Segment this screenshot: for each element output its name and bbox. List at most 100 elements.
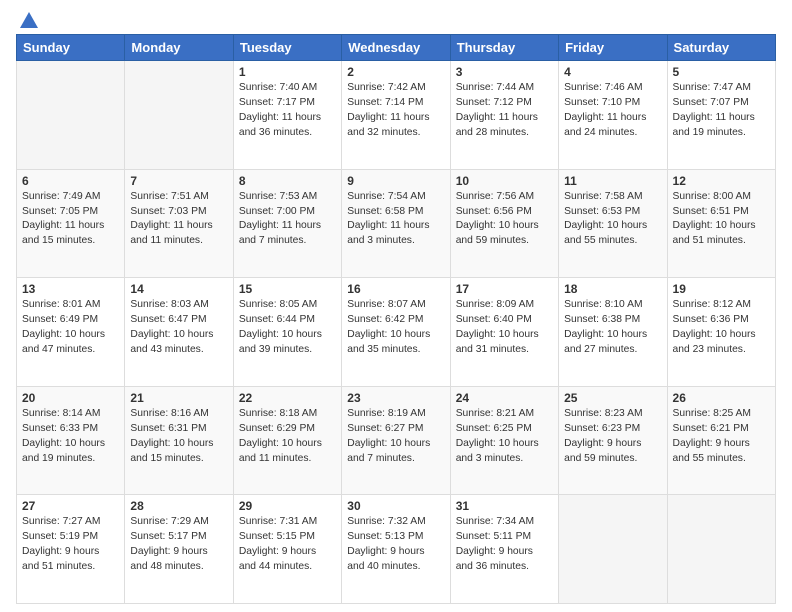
- cell-content: Sunrise: 8:09 AMSunset: 6:40 PMDaylight:…: [456, 298, 553, 358]
- week-row-1: 1 Sunrise: 7:40 AMSunset: 7:17 PMDaylight…: [17, 61, 776, 170]
- day-number: 2: [347, 65, 444, 79]
- calendar-cell: [17, 61, 125, 170]
- cell-content: Sunrise: 8:10 AMSunset: 6:38 PMDaylight:…: [564, 298, 661, 358]
- day-number: 3: [456, 65, 553, 79]
- calendar-cell: 8Sunrise: 7:53 AMSunset: 7:00 PMDaylight…: [233, 169, 341, 278]
- weekday-header-wednesday: Wednesday: [342, 35, 450, 61]
- week-row-3: 13Sunrise: 8:01 AMSunset: 6:49 PMDayligh…: [17, 278, 776, 387]
- calendar-cell: 10 Sunrise: 7:56 AMSunset: 6:56 PMDayligh…: [450, 169, 558, 278]
- day-number: 18: [564, 282, 661, 296]
- cell-content: Sunrise: 7:58 AMSunset: 6:53 PMDaylight:…: [564, 190, 661, 250]
- day-number: 14: [130, 282, 227, 296]
- cell-content: Sunrise: 7:47 AMSunset: 7:07 PMDaylight:…: [673, 81, 770, 141]
- calendar-cell: 19 Sunrise: 8:12 AMSunset: 6:36 PMDayligh…: [667, 278, 775, 387]
- cell-content: Sunrise: 7:54 AMSunset: 6:58 PMDaylight:…: [347, 190, 444, 250]
- day-number: 21: [130, 391, 227, 405]
- day-number: 9: [347, 174, 444, 188]
- day-number: 28: [130, 499, 227, 513]
- day-number: 16: [347, 282, 444, 296]
- week-row-5: 27 Sunrise: 7:27 AMSunset: 5:19 PMDayligh…: [17, 495, 776, 604]
- cell-content: Sunrise: 7:40 AMSunset: 7:17 PMDaylight:…: [239, 81, 336, 141]
- day-number: 27: [22, 499, 119, 513]
- calendar-cell: 15Sunrise: 8:05 AMSunset: 6:44 PMDayligh…: [233, 278, 341, 387]
- cell-content: Sunrise: 8:07 AMSunset: 6:42 PMDaylight:…: [347, 298, 444, 358]
- calendar-cell: 22 Sunrise: 8:18 AMSunset: 6:29 PMDayligh…: [233, 386, 341, 495]
- day-number: 31: [456, 499, 553, 513]
- cell-content: Sunrise: 8:25 AMSunset: 6:21 PMDaylight:…: [673, 407, 770, 467]
- cell-content: Sunrise: 7:46 AMSunset: 7:10 PMDaylight:…: [564, 81, 661, 141]
- calendar-cell: 6 Sunrise: 7:49 AMSunset: 7:05 PMDaylight…: [17, 169, 125, 278]
- cell-content: Sunrise: 8:16 AMSunset: 6:31 PMDaylight:…: [130, 407, 227, 467]
- day-number: 17: [456, 282, 553, 296]
- cell-content: Sunrise: 7:44 AMSunset: 7:12 PMDaylight:…: [456, 81, 553, 141]
- day-number: 1: [239, 65, 336, 79]
- day-number: 4: [564, 65, 661, 79]
- calendar-cell: 24Sunrise: 8:21 AMSunset: 6:25 PMDayligh…: [450, 386, 558, 495]
- calendar-cell: 3 Sunrise: 7:44 AMSunset: 7:12 PMDaylight…: [450, 61, 558, 170]
- day-number: 11: [564, 174, 661, 188]
- cell-content: Sunrise: 8:14 AMSunset: 6:33 PMDaylight:…: [22, 407, 119, 467]
- cell-content: Sunrise: 8:19 AMSunset: 6:27 PMDaylight:…: [347, 407, 444, 467]
- calendar-cell: 23 Sunrise: 8:19 AMSunset: 6:27 PMDayligh…: [342, 386, 450, 495]
- weekday-header-tuesday: Tuesday: [233, 35, 341, 61]
- calendar-cell: 2 Sunrise: 7:42 AMSunset: 7:14 PMDaylight…: [342, 61, 450, 170]
- calendar-cell: 11 Sunrise: 7:58 AMSunset: 6:53 PMDayligh…: [559, 169, 667, 278]
- day-number: 5: [673, 65, 770, 79]
- calendar-cell: 28 Sunrise: 7:29 AMSunset: 5:17 PMDayligh…: [125, 495, 233, 604]
- cell-content: Sunrise: 7:56 AMSunset: 6:56 PMDaylight:…: [456, 190, 553, 250]
- weekday-header-friday: Friday: [559, 35, 667, 61]
- day-number: 6: [22, 174, 119, 188]
- calendar-cell: [125, 61, 233, 170]
- calendar-cell: 4 Sunrise: 7:46 AMSunset: 7:10 PMDaylight…: [559, 61, 667, 170]
- calendar-cell: 25Sunrise: 8:23 AMSunset: 6:23 PMDayligh…: [559, 386, 667, 495]
- cell-content: Sunrise: 7:42 AMSunset: 7:14 PMDaylight:…: [347, 81, 444, 141]
- weekday-header-monday: Monday: [125, 35, 233, 61]
- day-number: 20: [22, 391, 119, 405]
- weekday-header-thursday: Thursday: [450, 35, 558, 61]
- cell-content: Sunrise: 7:49 AMSunset: 7:05 PMDaylight:…: [22, 190, 119, 250]
- week-row-4: 20 Sunrise: 8:14 AMSunset: 6:33 PMDayligh…: [17, 386, 776, 495]
- calendar-cell: 13Sunrise: 8:01 AMSunset: 6:49 PMDayligh…: [17, 278, 125, 387]
- day-number: 13: [22, 282, 119, 296]
- cell-content: Sunrise: 8:12 AMSunset: 6:36 PMDaylight:…: [673, 298, 770, 358]
- day-number: 12: [673, 174, 770, 188]
- calendar-cell: 16 Sunrise: 8:07 AMSunset: 6:42 PMDayligh…: [342, 278, 450, 387]
- calendar-cell: 1 Sunrise: 7:40 AMSunset: 7:17 PMDaylight…: [233, 61, 341, 170]
- calendar-cell: 29 Sunrise: 7:31 AMSunset: 5:15 PMDayligh…: [233, 495, 341, 604]
- weekday-header-saturday: Saturday: [667, 35, 775, 61]
- cell-content: Sunrise: 7:31 AMSunset: 5:15 PMDaylight:…: [239, 515, 336, 575]
- calendar-table: SundayMondayTuesdayWednesdayThursdayFrid…: [16, 34, 776, 604]
- day-number: 7: [130, 174, 227, 188]
- day-number: 29: [239, 499, 336, 513]
- day-number: 22: [239, 391, 336, 405]
- weekday-header-row: SundayMondayTuesdayWednesdayThursdayFrid…: [17, 35, 776, 61]
- calendar-cell: 17 Sunrise: 8:09 AMSunset: 6:40 PMDayligh…: [450, 278, 558, 387]
- cell-content: Sunrise: 8:18 AMSunset: 6:29 PMDaylight:…: [239, 407, 336, 467]
- day-number: 15: [239, 282, 336, 296]
- calendar-cell: 7Sunrise: 7:51 AMSunset: 7:03 PMDaylight…: [125, 169, 233, 278]
- calendar-cell: 30Sunrise: 7:32 AMSunset: 5:13 PMDayligh…: [342, 495, 450, 604]
- page: SundayMondayTuesdayWednesdayThursdayFrid…: [0, 0, 792, 612]
- calendar-cell: 18 Sunrise: 8:10 AMSunset: 6:38 PMDayligh…: [559, 278, 667, 387]
- day-number: 10: [456, 174, 553, 188]
- cell-content: Sunrise: 8:21 AMSunset: 6:25 PMDaylight:…: [456, 407, 553, 467]
- calendar-cell: [667, 495, 775, 604]
- cell-content: Sunrise: 7:32 AMSunset: 5:13 PMDaylight:…: [347, 515, 444, 575]
- calendar-cell: 26 Sunrise: 8:25 AMSunset: 6:21 PMDayligh…: [667, 386, 775, 495]
- cell-content: Sunrise: 8:03 AMSunset: 6:47 PMDaylight:…: [130, 298, 227, 358]
- day-number: 26: [673, 391, 770, 405]
- week-row-2: 6 Sunrise: 7:49 AMSunset: 7:05 PMDaylight…: [17, 169, 776, 278]
- cell-content: Sunrise: 7:34 AMSunset: 5:11 PMDaylight:…: [456, 515, 553, 575]
- day-number: 23: [347, 391, 444, 405]
- cell-content: Sunrise: 7:27 AMSunset: 5:19 PMDaylight:…: [22, 515, 119, 575]
- logo-icon: [20, 12, 38, 28]
- cell-content: Sunrise: 7:29 AMSunset: 5:17 PMDaylight:…: [130, 515, 227, 575]
- calendar-cell: 20 Sunrise: 8:14 AMSunset: 6:33 PMDayligh…: [17, 386, 125, 495]
- day-number: 8: [239, 174, 336, 188]
- header: [16, 12, 776, 28]
- weekday-header-sunday: Sunday: [17, 35, 125, 61]
- calendar-cell: 31 Sunrise: 7:34 AMSunset: 5:11 PMDayligh…: [450, 495, 558, 604]
- calendar-cell: 12Sunrise: 8:00 AMSunset: 6:51 PMDayligh…: [667, 169, 775, 278]
- day-number: 19: [673, 282, 770, 296]
- calendar-cell: [559, 495, 667, 604]
